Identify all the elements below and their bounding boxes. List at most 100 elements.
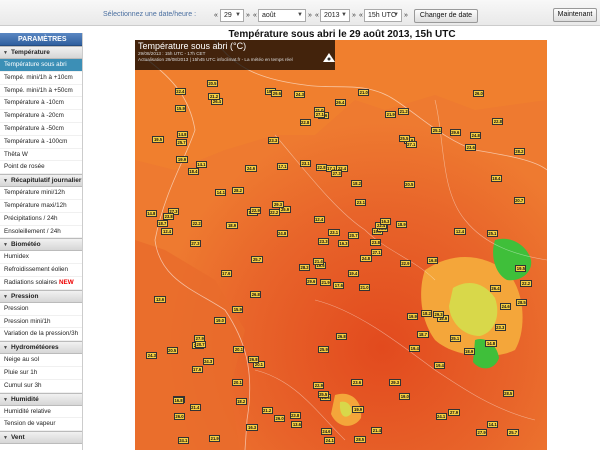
month-select[interactable]: août ▼ [258, 9, 306, 22]
sidebar-item[interactable]: Radiations solaires NEW [0, 277, 82, 290]
sidebar-item-label: Humidex [4, 253, 29, 261]
station-temperature-label: 26.8 [250, 290, 262, 298]
next-hour-arrow-icon[interactable]: » [402, 11, 410, 20]
sidebar-section-0[interactable]: ▼ Température [0, 46, 82, 59]
temperature-map[interactable]: 17.6 18.4 19.5 18.7 19.0 20.1 21.2 22.4 23.6 24.8… [135, 40, 547, 450]
sidebar-item[interactable]: Thêta W [0, 149, 82, 162]
station-temperature-label: 25.1 [449, 334, 461, 342]
station-temperature-label: 12.4 [161, 228, 173, 236]
station-temperature-label: 19.5 [152, 135, 164, 143]
sidebar-item[interactable]: Cumul sur 3h [0, 380, 82, 393]
sidebar-item[interactable]: Tempé. mini/1h à +50cm [0, 85, 82, 98]
sidebar-section-title: Hydrométéores [10, 344, 59, 352]
sidebar-item-label: Précipitations / 24h [4, 214, 58, 222]
station-temperature-label: 24.3 [294, 91, 306, 99]
station-temperature-label: 23.1 [355, 198, 367, 206]
sidebar-item-label: Température sous abri [4, 61, 67, 68]
sidebar-section-5[interactable]: ▼ Humidité [0, 392, 82, 406]
sidebar-item[interactable]: Refroidissement éolien [0, 264, 82, 277]
sidebar-item-label: Pluie sur 1h [4, 368, 38, 376]
sidebar-section-3[interactable]: ▼ Pression [0, 289, 82, 303]
station-temperature-label: 14.1 [487, 421, 499, 429]
station-temperature-label: 26.8 [336, 333, 348, 340]
station-temperature-label: 18.2 [421, 310, 433, 318]
collapse-triangle-icon: ▼ [3, 396, 8, 403]
station-temperature-label: 24.1 [435, 412, 447, 420]
sidebar-section-2[interactable]: ▼ Biométéo [0, 238, 82, 252]
station-temperature-label: 22.4 [174, 87, 186, 95]
sidebar-section-1[interactable]: ▼ Récapitulatif journalier [0, 174, 82, 188]
station-temperature-label: 18.7 [156, 220, 168, 228]
sidebar-item[interactable]: Température mini/12h [0, 187, 82, 200]
station-temperature-label: 28.2 [232, 186, 244, 194]
station-temperature-label: 19.9 [176, 155, 188, 163]
station-temperature-label: 14.8 [485, 339, 497, 347]
sidebar-item[interactable]: Température à -50cm [0, 123, 82, 136]
sidebar-section-title: Pression [10, 292, 39, 300]
station-temperature-label: 25.7 [251, 255, 263, 263]
station-temperature-label: 20.1 [232, 378, 244, 386]
collapse-triangle-icon: ▼ [3, 178, 8, 185]
station-temperature-label: 24.6 [500, 302, 512, 310]
sidebar-item[interactable]: Variation de la pression/3h [0, 328, 82, 342]
sidebar-item[interactable]: Point de rosée [0, 161, 82, 175]
station-temperature-label: 14.1 [215, 189, 227, 197]
sidebar-item[interactable]: Pluie sur 1h [0, 367, 82, 380]
station-temperature-label: 28.2 [513, 148, 525, 156]
sidebar-section-6[interactable]: ▼ Vent [0, 431, 82, 445]
sidebar-item[interactable]: Température sous abri [0, 59, 82, 72]
station-temperature-label: 29.3 [272, 200, 284, 208]
sidebar-item[interactable]: Tempé. mini/1h à +10cm [0, 72, 82, 85]
station-temperature-label: 22.2 [520, 279, 532, 287]
chevron-down-icon: ▼ [341, 12, 347, 18]
station-temperature-label: 12.4 [454, 228, 466, 236]
sidebar-section-title: Récapitulatif journalier [10, 177, 82, 185]
station-temperature-label: 13.6 [154, 296, 166, 304]
sidebar-list: ▼ Température Température sous abri Tempé. … [0, 46, 82, 445]
day-select[interactable]: 29 ▼ [220, 9, 244, 22]
hour-select[interactable]: 15h UTC ▼ [364, 9, 402, 22]
sidebar-item[interactable]: Tension de vapeur [0, 418, 82, 432]
station-temperature-label: 22.9 [399, 259, 411, 267]
sidebar-item-label: Température à -100cm [4, 137, 68, 145]
now-button[interactable]: Maintenant [553, 8, 597, 22]
collapse-triangle-icon: ▼ [3, 242, 8, 249]
station-temperature-label: 27.3 [331, 170, 343, 178]
station-temperature-label: 25.9 [318, 345, 330, 353]
station-temperature-label: 14.8 [176, 130, 188, 138]
station-temperature-label: 16.3 [337, 239, 350, 247]
sidebar-section-4[interactable]: ▼ Hydrométéores [0, 341, 82, 355]
change-date-button[interactable]: Changer de date [414, 9, 478, 23]
sidebar-item[interactable]: Précipitations / 24h [0, 213, 82, 226]
sidebar-item[interactable]: Température à -20cm [0, 110, 82, 123]
legend-line-2: Actualisation 29/08/2013 | 15h45 UTC inf… [138, 57, 293, 62]
year-select[interactable]: 2013 ▼ [320, 9, 350, 22]
sidebar-item[interactable]: Température maxi/12h [0, 200, 82, 213]
station-temperature-label: 28.5 [516, 299, 528, 307]
station-temperature-label: 20.5 [166, 346, 178, 354]
sidebar-item[interactable]: Pression [0, 303, 82, 316]
sidebar-item[interactable]: Température à -10cm [0, 97, 82, 111]
station-temperature-label: 18.9 [226, 221, 238, 229]
sidebar-item[interactable]: Température à -100cm [0, 136, 82, 149]
sidebar-item-label: Neige au sol [4, 356, 40, 364]
station-temperature-label: 20.7 [347, 231, 360, 239]
station-temperature-label: 26.8 [247, 355, 260, 363]
station-temperature-label: 27.1 [314, 111, 326, 119]
station-temperature-label: 23.3 [494, 324, 506, 332]
station-temperature-label: 17.6 [333, 281, 345, 289]
sidebar-item[interactable]: Humidex [0, 251, 82, 265]
station-temperature-label: 19.4 [409, 345, 421, 353]
prev-day-arrow-icon[interactable]: « [212, 11, 220, 20]
station-temperature-label: 18.4 [490, 175, 502, 183]
sidebar-item[interactable]: Neige au sol [0, 354, 82, 367]
sidebar-item[interactable]: Pression mini/1h [0, 316, 82, 329]
station-temperature-label: 20.5 [403, 181, 415, 189]
station-temperature-label: 27.1 [370, 248, 383, 256]
sidebar-item[interactable]: Ensoleillement / 24h [0, 226, 82, 239]
station-temperature-label: 14.8 [145, 209, 157, 217]
station-temperature-label: 23.3 [317, 238, 330, 246]
station-temperature-label: 29.6 [305, 278, 317, 286]
sidebar-item[interactable]: Humidité relative [0, 406, 82, 419]
station-temperature-label: 22.8 [492, 117, 504, 125]
